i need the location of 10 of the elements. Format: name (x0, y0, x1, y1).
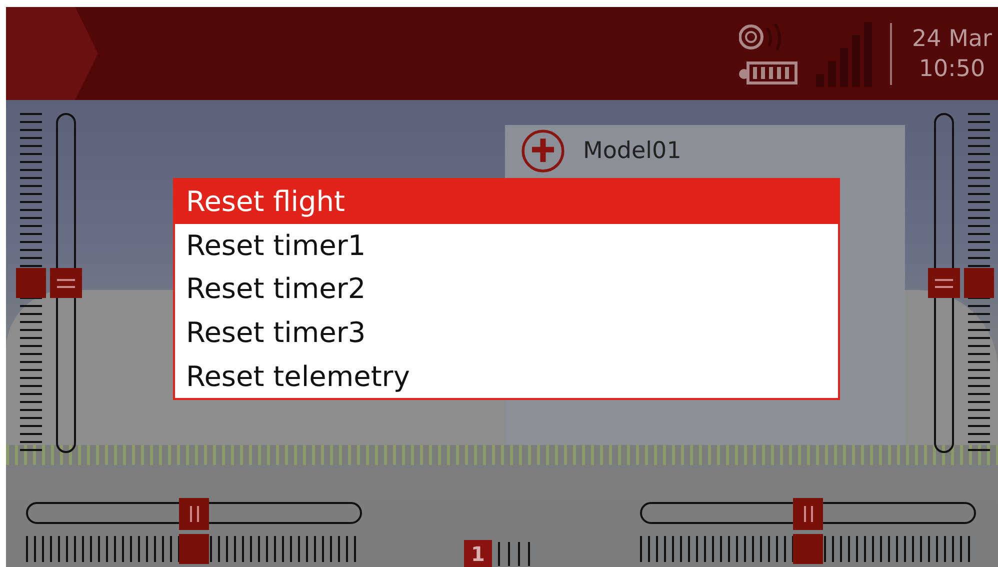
trim-thumb[interactable] (793, 498, 823, 530)
model-name: Model01 (583, 138, 682, 164)
trim-thumb[interactable] (50, 268, 82, 298)
trim-thumb[interactable] (928, 268, 960, 298)
date-text: 24 Mar (911, 24, 993, 54)
time-text: 10:50 (918, 54, 986, 84)
menu-item[interactable]: Reset flight (175, 180, 838, 224)
flight-mode-badge: 1 (464, 540, 492, 567)
battery-icon (738, 60, 800, 86)
trim-thumb[interactable] (179, 498, 209, 530)
